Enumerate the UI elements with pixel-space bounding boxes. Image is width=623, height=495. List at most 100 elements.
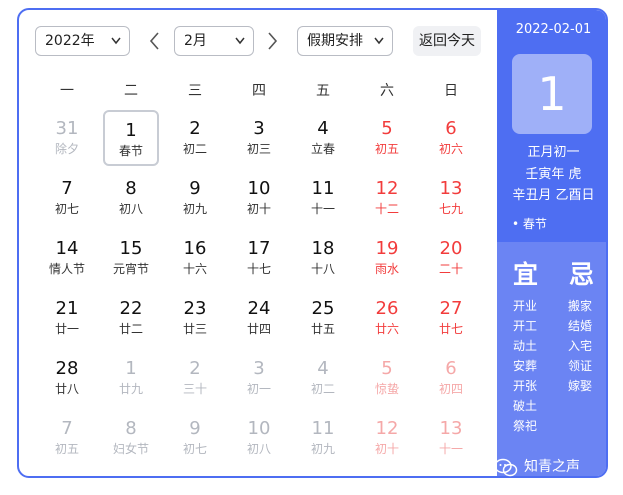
day-cell[interactable]: 31 除夕 bbox=[39, 110, 95, 166]
day-cell[interactable]: 7 初七 bbox=[39, 170, 95, 226]
next-month-icon[interactable] bbox=[265, 31, 279, 51]
yi-item: 开业 bbox=[513, 299, 538, 313]
lunar-label: 二十 bbox=[438, 262, 463, 276]
ji-item: 搬家 bbox=[568, 299, 593, 313]
lunar-label: 廿四 bbox=[246, 322, 271, 336]
lunar-label: 惊蛰 bbox=[374, 382, 399, 396]
ji-item: 嫁娶 bbox=[568, 379, 593, 393]
lunar-label: 廿八 bbox=[54, 382, 79, 396]
lunar-label: 十六 bbox=[182, 262, 207, 276]
lunar-label: 初五 bbox=[374, 142, 399, 156]
lunar-label: 初八 bbox=[246, 442, 271, 456]
month-select[interactable]: 2月 bbox=[174, 26, 254, 56]
day-number: 26 bbox=[375, 298, 399, 319]
lunar-label: 元宵节 bbox=[112, 262, 149, 276]
day-cell[interactable]: 27 廿七 bbox=[423, 290, 479, 346]
lunar-label: 廿三 bbox=[182, 322, 207, 336]
day-cell[interactable]: 22 廿二 bbox=[103, 290, 159, 346]
day-number: 1 bbox=[125, 120, 137, 141]
day-number: 23 bbox=[183, 298, 207, 319]
day-cell[interactable]: 20 二十 bbox=[423, 230, 479, 286]
lunar-label: 除夕 bbox=[54, 142, 79, 156]
day-number: 12 bbox=[375, 178, 399, 199]
day-cell[interactable]: 10 初八 bbox=[231, 410, 287, 466]
day-cell[interactable]: 11 十一 bbox=[295, 170, 351, 226]
day-cell[interactable]: 1 廿九 bbox=[103, 350, 159, 406]
day-number: 31 bbox=[55, 118, 79, 139]
day-number: 5 bbox=[381, 118, 393, 139]
day-cell[interactable]: 14 情人节 bbox=[39, 230, 95, 286]
day-cell[interactable]: 9 初九 bbox=[167, 170, 223, 226]
day-cell[interactable]: 13 十一 bbox=[423, 410, 479, 466]
day-cell[interactable]: 13 七九 bbox=[423, 170, 479, 226]
day-number: 11 bbox=[311, 178, 335, 199]
lunar-label: 十七 bbox=[246, 262, 271, 276]
day-cell[interactable]: 21 廿一 bbox=[39, 290, 95, 346]
holiday-select[interactable]: 假期安排 bbox=[297, 26, 393, 56]
day-number: 11 bbox=[311, 418, 335, 439]
yi-item: 祭祀 bbox=[513, 419, 538, 433]
lunar-label: 雨水 bbox=[374, 262, 399, 276]
ji-item: 结婚 bbox=[568, 319, 593, 333]
day-cell[interactable]: 2 初二 bbox=[167, 110, 223, 166]
day-cell[interactable]: 6 初四 bbox=[423, 350, 479, 406]
year-select[interactable]: 2022年 bbox=[35, 26, 130, 56]
day-cell[interactable]: 26 廿六 bbox=[359, 290, 415, 346]
calendar-toolbar: 2022年 2月 假期安排 返回今天 bbox=[33, 26, 493, 56]
lunar-label: 情人节 bbox=[48, 262, 85, 276]
festival-label: • 春节 bbox=[512, 217, 547, 231]
day-cell[interactable]: 19 雨水 bbox=[359, 230, 415, 286]
day-cell[interactable]: 24 廿四 bbox=[231, 290, 287, 346]
back-to-today-button[interactable]: 返回今天 bbox=[413, 26, 481, 56]
day-cell[interactable]: 8 初八 bbox=[103, 170, 159, 226]
day-number: 24 bbox=[247, 298, 271, 319]
day-cell[interactable]: 11 初九 bbox=[295, 410, 351, 466]
weekday-header: 一二三四五六日 bbox=[35, 80, 483, 100]
day-cell[interactable]: 3 初三 bbox=[231, 110, 287, 166]
day-cell[interactable]: 23 廿三 bbox=[167, 290, 223, 346]
lunar-label: 初九 bbox=[310, 442, 335, 456]
day-cell[interactable]: 4 初二 bbox=[295, 350, 351, 406]
weekday-label: 一 bbox=[60, 83, 74, 99]
weekday-label: 日 bbox=[444, 83, 458, 99]
day-cell[interactable]: 5 惊蛰 bbox=[359, 350, 415, 406]
lunar-label: 初十 bbox=[374, 442, 399, 456]
day-cell-selected[interactable]: 1 春节 bbox=[103, 110, 159, 166]
day-number: 15 bbox=[119, 238, 143, 259]
day-cell[interactable]: 12 初十 bbox=[359, 410, 415, 466]
day-cell[interactable]: 4 立春 bbox=[295, 110, 351, 166]
day-cell[interactable]: 8 妇女节 bbox=[103, 410, 159, 466]
day-cell[interactable]: 25 廿五 bbox=[295, 290, 351, 346]
holiday-select-value: 假期安排 bbox=[307, 33, 363, 49]
lunar-label: 十八 bbox=[310, 262, 335, 276]
day-number: 16 bbox=[183, 238, 207, 259]
lunar-label: 廿五 bbox=[310, 322, 335, 336]
lunar-label: 妇女节 bbox=[112, 442, 149, 456]
day-cell[interactable]: 9 初七 bbox=[167, 410, 223, 466]
year-select-value: 2022年 bbox=[45, 33, 95, 49]
day-number: 6 bbox=[445, 358, 457, 379]
wechat-icon bbox=[494, 458, 518, 477]
day-cell[interactable]: 2 三十 bbox=[167, 350, 223, 406]
day-number: 20 bbox=[439, 238, 463, 259]
day-cell[interactable]: 18 十八 bbox=[295, 230, 351, 286]
lunar-label: 廿七 bbox=[438, 322, 463, 336]
day-cell[interactable]: 28 廿八 bbox=[39, 350, 95, 406]
day-cell[interactable]: 6 初六 bbox=[423, 110, 479, 166]
lunar-label: 初六 bbox=[438, 142, 463, 156]
day-cell[interactable]: 12 十二 bbox=[359, 170, 415, 226]
yi-item: 开张 bbox=[513, 379, 538, 393]
prev-month-icon[interactable] bbox=[148, 31, 162, 51]
lunar-label: 初九 bbox=[182, 202, 207, 216]
day-cell[interactable]: 17 十七 bbox=[231, 230, 287, 286]
weekday-label: 二 bbox=[124, 83, 138, 99]
day-number: 7 bbox=[61, 178, 73, 199]
yi-item: 破土 bbox=[513, 399, 538, 413]
day-cell[interactable]: 7 初五 bbox=[39, 410, 95, 466]
day-cell[interactable]: 15 元宵节 bbox=[103, 230, 159, 286]
day-number: 12 bbox=[375, 418, 399, 439]
day-cell[interactable]: 16 十六 bbox=[167, 230, 223, 286]
day-cell[interactable]: 3 初一 bbox=[231, 350, 287, 406]
day-cell[interactable]: 10 初十 bbox=[231, 170, 287, 226]
day-cell[interactable]: 5 初五 bbox=[359, 110, 415, 166]
